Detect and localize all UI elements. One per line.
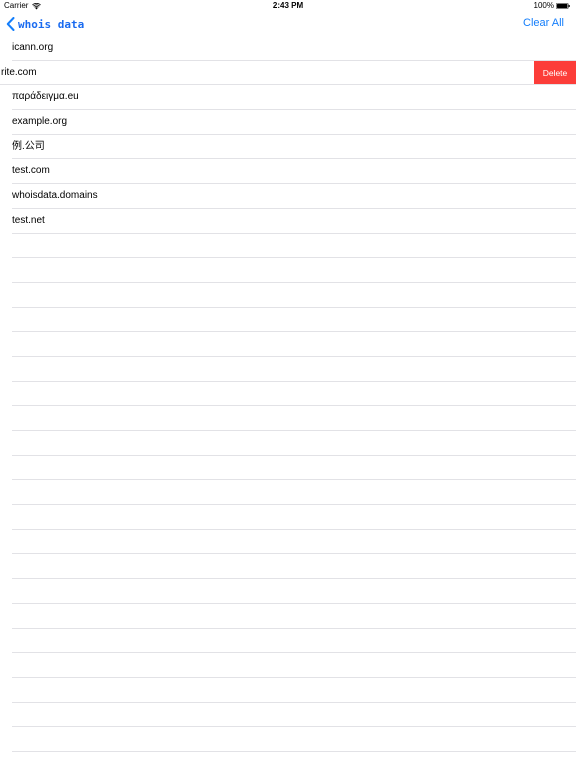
delete-button[interactable]: Delete (534, 60, 576, 85)
battery-percent: 100% (533, 1, 554, 10)
list-item-label: 例.公司 (12, 140, 45, 152)
empty-row (12, 530, 576, 555)
empty-row (12, 727, 576, 752)
back-button[interactable]: whois data (6, 16, 84, 32)
empty-row (12, 332, 576, 357)
list-item-label: icann.org (12, 42, 54, 53)
empty-row (12, 258, 576, 283)
list-item-swiped[interactable]: rite.com Delete (0, 60, 576, 86)
status-right: 100% (534, 0, 570, 12)
list-item-label: παράδειγμα.eu (12, 91, 79, 103)
list-item[interactable]: whoisdata.domains (12, 184, 576, 209)
battery-icon (556, 3, 570, 9)
empty-row (12, 456, 576, 481)
list-item-label: whoisdata.domains (12, 190, 98, 202)
status-time: 2:43 PM (272, 1, 304, 10)
list-item[interactable]: test.com (12, 159, 576, 185)
empty-row (12, 629, 576, 654)
empty-row (12, 579, 576, 604)
clear-all-button[interactable]: Clear All (523, 17, 564, 29)
list-item[interactable]: test.net (12, 209, 576, 234)
empty-row (12, 283, 576, 308)
empty-row (12, 678, 576, 703)
list-item-label: rite.com (1, 66, 37, 78)
domain-list: icann.org rite.com Delete παράδειγμα.eu exam… (0, 36, 576, 752)
navigation-bar: whois data Clear All (0, 12, 576, 36)
empty-row (12, 431, 576, 456)
empty-row (12, 480, 576, 506)
status-bar: Carrier 2:43 PM 100% (0, 0, 576, 12)
list-item[interactable]: 例.公司 (12, 135, 576, 160)
empty-row (12, 554, 576, 580)
list-item[interactable]: example.org (12, 110, 576, 135)
list-item-label: example.org (12, 116, 68, 128)
list-item-label: test.com (12, 165, 50, 177)
empty-row (12, 406, 576, 431)
empty-row (12, 382, 576, 407)
empty-row (12, 308, 576, 333)
empty-row (12, 505, 576, 530)
chevron-left-icon (6, 17, 15, 31)
list-item[interactable]: παράδειγμα.eu (12, 85, 576, 111)
empty-row (12, 703, 576, 728)
back-button-label: whois data (18, 17, 85, 31)
empty-row (12, 604, 576, 629)
empty-row (12, 357, 576, 382)
empty-row (12, 234, 576, 259)
list-item[interactable]: icann.org (12, 36, 576, 61)
list-item-label: test.net (12, 214, 45, 226)
empty-row (12, 653, 576, 678)
